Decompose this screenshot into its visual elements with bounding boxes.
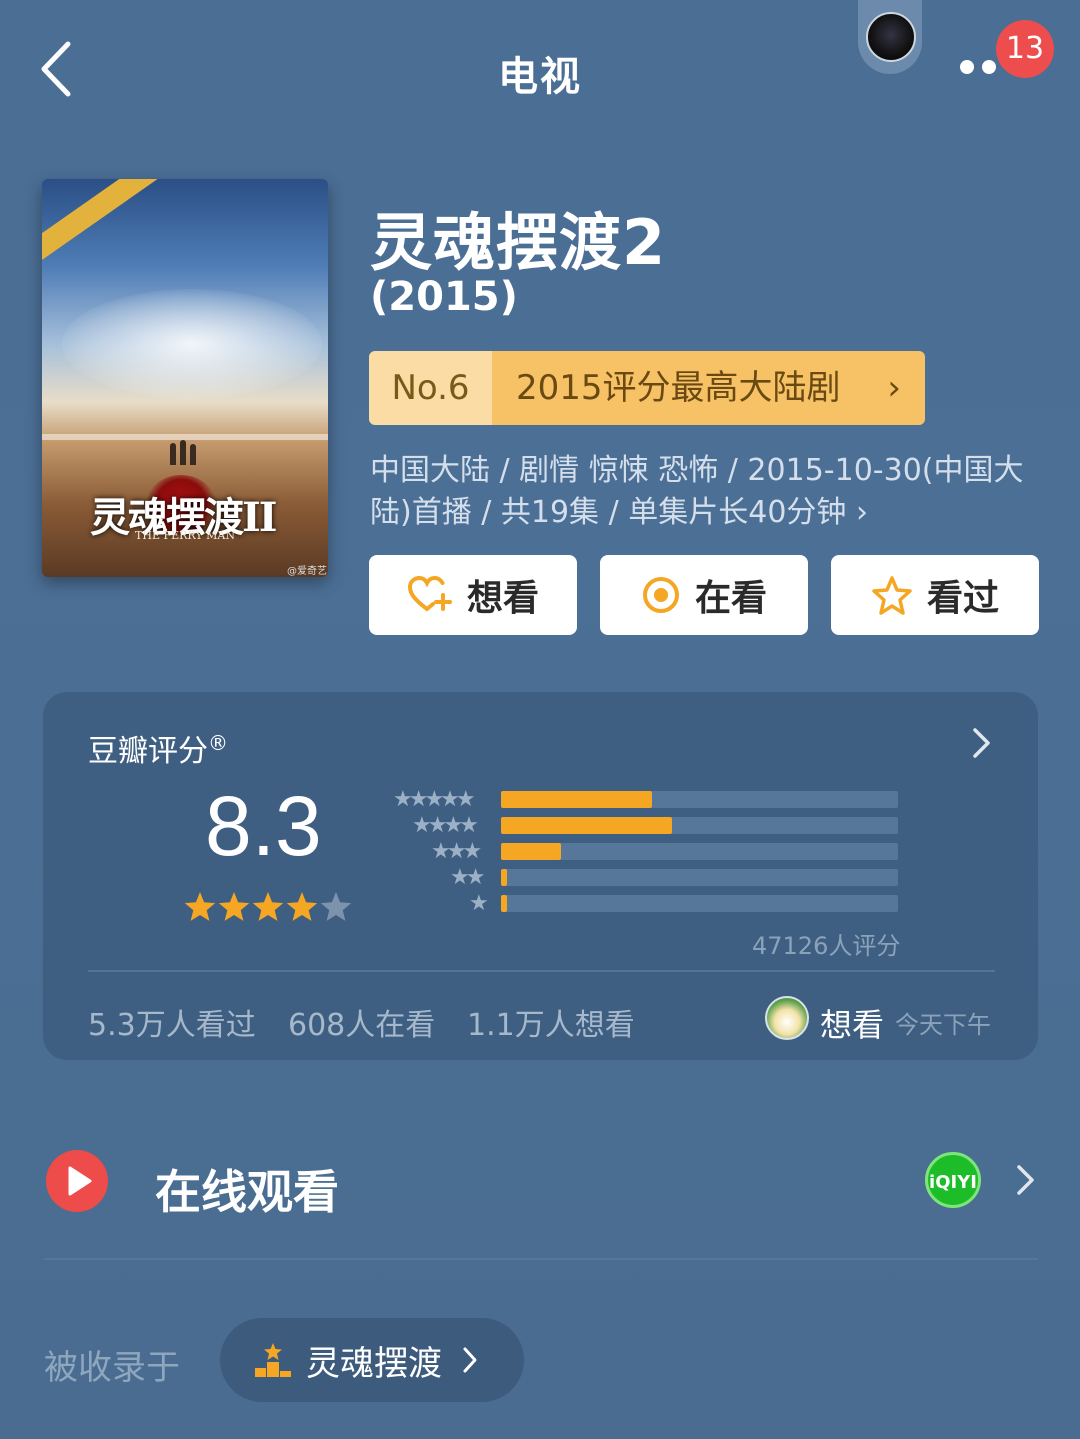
rating-distribution-stars: ★★ (450, 865, 486, 890)
watching-button[interactable]: 在看 (600, 555, 808, 635)
poster-subtitle: THE FERRY MAN (135, 529, 235, 542)
movie-meta-info[interactable]: 中国大陆 / 剧情 惊悚 恐怖 / 2015-10-30(中国大陆)首播 / 共… (370, 450, 1030, 534)
rating-distribution-stars: ★★★★★ (393, 787, 476, 812)
rating-distribution-bar (501, 817, 672, 834)
want-count[interactable]: 1.1万人想看 (467, 1000, 635, 1044)
heart-plus-icon (407, 575, 452, 611)
avatar[interactable] (866, 12, 916, 62)
rating-divider (88, 970, 995, 972)
online-watch-chevron-icon[interactable] (1012, 1163, 1038, 1197)
chevron-right-icon: › (887, 368, 901, 408)
rank-label: 2015评分最高大陆剧 › (492, 351, 925, 425)
rating-distribution-track (501, 791, 898, 808)
poster-corner-ribbon (42, 179, 173, 266)
play-icon[interactable] (46, 1150, 108, 1212)
rating-distribution-row: ★★★★★ (388, 787, 908, 812)
rating-distribution-row: ★★ (388, 865, 908, 890)
target-circle-icon (642, 577, 679, 613)
friend-activity-action: 想看 (820, 1006, 885, 1044)
rank-banner[interactable]: No.6 2015评分最高大陆剧 › (369, 351, 925, 425)
watching-label: 在看 (694, 578, 767, 619)
movie-year: (2015) (370, 274, 518, 320)
want-to-watch-label: 想看 (466, 578, 539, 619)
podium-icon (255, 1343, 291, 1377)
rating-distribution-stars: ★ (469, 891, 489, 916)
watched-button[interactable]: 看过 (831, 555, 1039, 635)
rating-distribution-bar (501, 843, 561, 860)
collection-name: 灵魂摆渡 (306, 1343, 442, 1384)
friend-avatar[interactable] (765, 996, 809, 1040)
rating-count: 47126人评分 (752, 932, 901, 960)
star-filled-icon (286, 892, 318, 921)
notification-badge[interactable]: 13 (996, 20, 1054, 78)
movie-title: 灵魂摆渡2 (370, 206, 667, 279)
rating-distribution-bar (501, 791, 652, 808)
collected-in-label: 被收录于 (44, 1348, 180, 1388)
rating-distribution-stars: ★★★ (431, 839, 482, 864)
poster-cloud (62, 289, 322, 399)
rating-stars (184, 892, 352, 921)
poster-watermark: @爱奇艺 (287, 566, 327, 577)
iqiyi-logo-icon[interactable]: iQIYI (925, 1152, 981, 1208)
poster-figures (170, 437, 200, 465)
chevron-right-icon (463, 1347, 477, 1373)
watching-count[interactable]: 608人在看 (288, 1000, 435, 1044)
rating-distribution-row: ★★★ (388, 839, 908, 864)
rank-number: No.6 (369, 351, 492, 425)
watched-label: 看过 (926, 578, 999, 619)
section-divider (44, 1258, 1038, 1260)
rating-distribution-row: ★★★★ (388, 813, 908, 838)
star-filled-icon (252, 892, 284, 921)
rating-distribution-bar (501, 895, 507, 912)
star-filled-icon (218, 892, 250, 921)
rating-distribution-stars: ★★★★ (412, 813, 479, 838)
rating-distribution-track (501, 895, 898, 912)
poster-image[interactable]: 灵魂摆渡II THE FERRY MAN @爱奇艺 (42, 179, 328, 577)
watched-count[interactable]: 5.3万人看过 (88, 1000, 256, 1044)
rating-distribution-bar (501, 869, 507, 886)
star-filled-icon (184, 892, 216, 921)
rating-distribution-row: ★ (388, 891, 908, 916)
more-menu-icon[interactable] (960, 60, 1000, 76)
rating-distribution-track (501, 843, 898, 860)
rating-distribution-track (501, 817, 898, 834)
want-to-watch-button[interactable]: 想看 (369, 555, 577, 635)
star-empty-icon (320, 892, 352, 921)
collection-chip[interactable]: 灵魂摆渡 (220, 1318, 524, 1402)
friend-activity-time: 今天下午 (895, 1011, 991, 1039)
rating-source-label: 豆瓣评分® (88, 731, 228, 769)
rating-score: 8.3 (205, 779, 322, 873)
rating-distribution-track (501, 869, 898, 886)
rating-detail-chevron-icon[interactable] (966, 726, 996, 760)
online-watch-title[interactable]: 在线观看 (155, 1156, 339, 1222)
star-outline-icon (872, 576, 912, 615)
